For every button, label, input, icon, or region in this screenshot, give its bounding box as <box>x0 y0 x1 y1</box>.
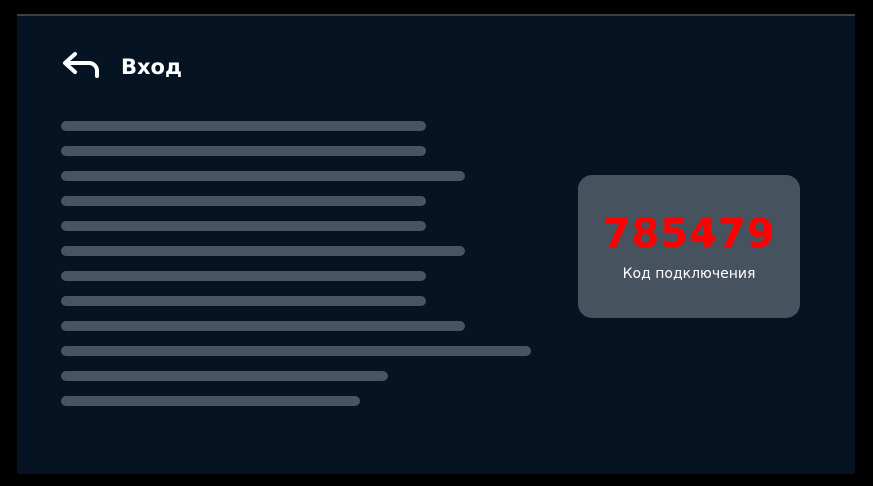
text-placeholder <box>61 121 531 421</box>
text-placeholder-line <box>61 196 426 206</box>
page-title: Вход <box>121 55 182 79</box>
pairing-code-label: Код подключения <box>622 265 756 282</box>
text-placeholder-line <box>61 346 531 356</box>
text-placeholder-line <box>61 171 465 181</box>
login-screen: Вход 785479 Код подключения <box>17 16 855 474</box>
text-placeholder-line <box>61 396 360 406</box>
text-placeholder-line <box>61 146 426 156</box>
text-placeholder-line <box>61 371 388 381</box>
pairing-code-card: 785479 Код подключения <box>578 175 800 318</box>
text-placeholder-line <box>61 296 426 306</box>
text-placeholder-line <box>61 321 465 331</box>
text-placeholder-line <box>61 221 426 231</box>
back-arrow-icon <box>61 50 101 84</box>
text-placeholder-line <box>61 121 426 131</box>
header: Вход <box>61 50 182 84</box>
pairing-code: 785479 <box>602 210 776 257</box>
text-placeholder-line <box>61 246 465 256</box>
text-placeholder-line <box>61 271 426 281</box>
back-button[interactable] <box>61 50 101 84</box>
